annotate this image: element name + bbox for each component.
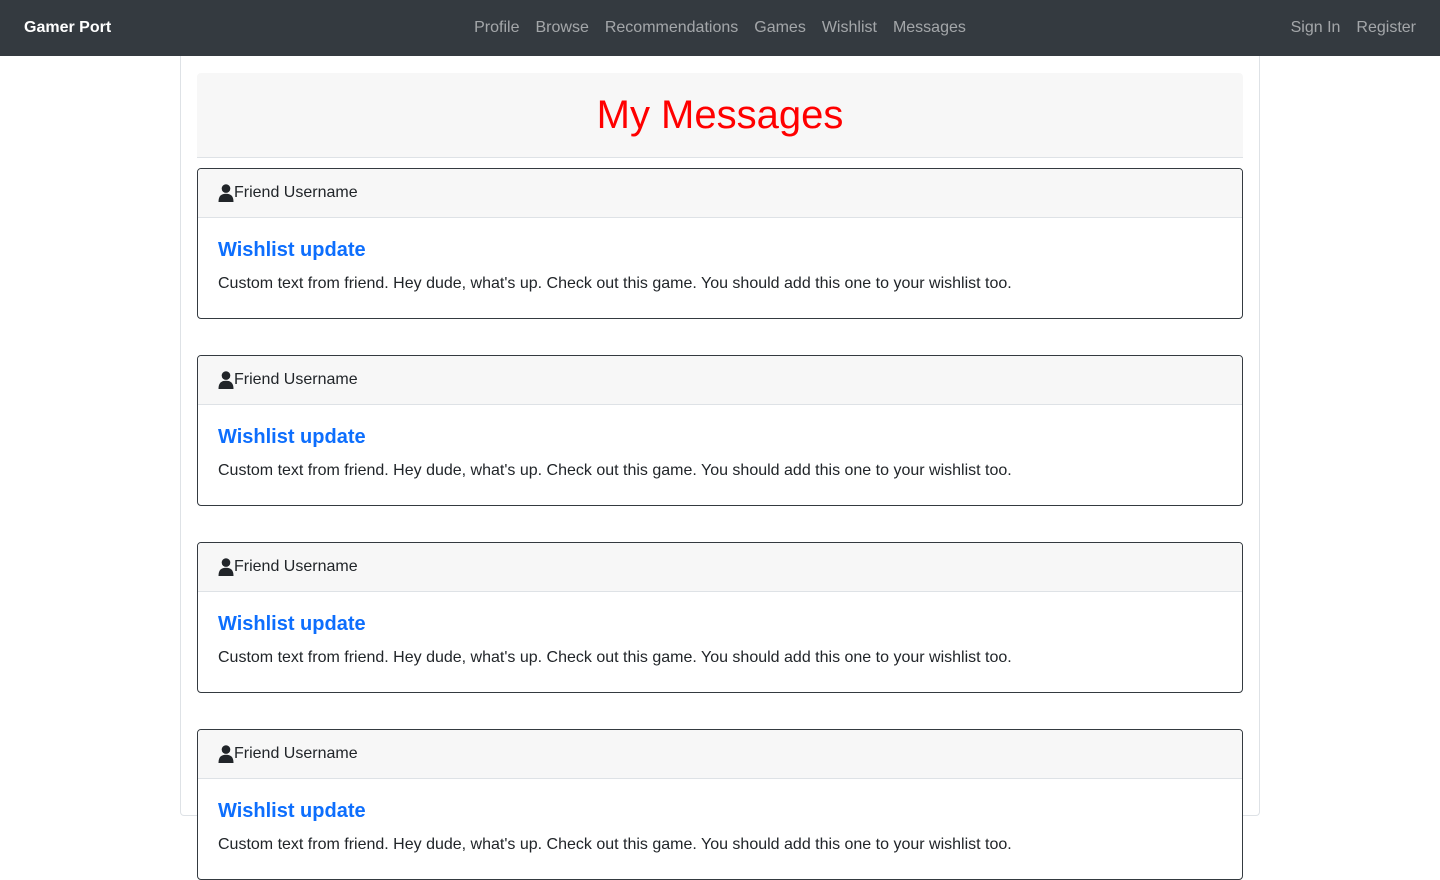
message-sender: Friend Username bbox=[234, 745, 358, 762]
nav-wishlist[interactable]: Wishlist bbox=[822, 17, 877, 39]
message-card: Friend Username Wishlist update Custom t… bbox=[197, 729, 1243, 880]
user-icon bbox=[218, 371, 234, 389]
message-title-link[interactable]: Wishlist update bbox=[218, 425, 366, 449]
page-header: My Messages bbox=[197, 73, 1243, 158]
message-body: Wishlist update Custom text from friend.… bbox=[198, 592, 1242, 668]
nav-messages[interactable]: Messages bbox=[893, 17, 966, 39]
message-header: Friend Username bbox=[198, 169, 1242, 218]
nav-browse[interactable]: Browse bbox=[535, 17, 588, 39]
message-header: Friend Username bbox=[198, 543, 1242, 592]
message-header: Friend Username bbox=[198, 730, 1242, 779]
user-icon bbox=[218, 558, 234, 576]
message-text: Custom text from friend. Hey dude, what'… bbox=[218, 462, 1012, 479]
auth-nav: Sign In Register bbox=[1291, 17, 1416, 39]
message-sender: Friend Username bbox=[234, 558, 358, 575]
nav-games[interactable]: Games bbox=[754, 17, 806, 39]
message-text: Custom text from friend. Hey dude, what'… bbox=[218, 275, 1012, 292]
message-card: Friend Username Wishlist update Custom t… bbox=[197, 542, 1243, 693]
register-link[interactable]: Register bbox=[1356, 17, 1416, 39]
message-title-link[interactable]: Wishlist update bbox=[218, 612, 366, 636]
user-icon bbox=[218, 745, 234, 763]
message-body: Wishlist update Custom text from friend.… bbox=[198, 779, 1242, 855]
user-icon bbox=[218, 184, 234, 202]
page-title: My Messages bbox=[596, 93, 844, 137]
main-nav: Profile Browse Recommendations Games Wis… bbox=[0, 17, 1440, 39]
message-text: Custom text from friend. Hey dude, what'… bbox=[218, 836, 1012, 853]
message-header: Friend Username bbox=[198, 356, 1242, 405]
message-title-link[interactable]: Wishlist update bbox=[218, 799, 366, 823]
message-body: Wishlist update Custom text from friend.… bbox=[198, 218, 1242, 294]
message-card: Friend Username Wishlist update Custom t… bbox=[197, 168, 1243, 319]
nav-recommendations[interactable]: Recommendations bbox=[605, 17, 738, 39]
message-sender: Friend Username bbox=[234, 371, 358, 388]
top-navbar: Gamer Port Profile Browse Recommendation… bbox=[0, 0, 1440, 56]
message-title-link[interactable]: Wishlist update bbox=[218, 238, 366, 262]
message-body: Wishlist update Custom text from friend.… bbox=[198, 405, 1242, 481]
message-sender: Friend Username bbox=[234, 184, 358, 201]
message-card: Friend Username Wishlist update Custom t… bbox=[197, 355, 1243, 506]
nav-profile[interactable]: Profile bbox=[474, 17, 519, 39]
message-text: Custom text from friend. Hey dude, what'… bbox=[218, 649, 1012, 666]
sign-in-link[interactable]: Sign In bbox=[1291, 17, 1341, 39]
